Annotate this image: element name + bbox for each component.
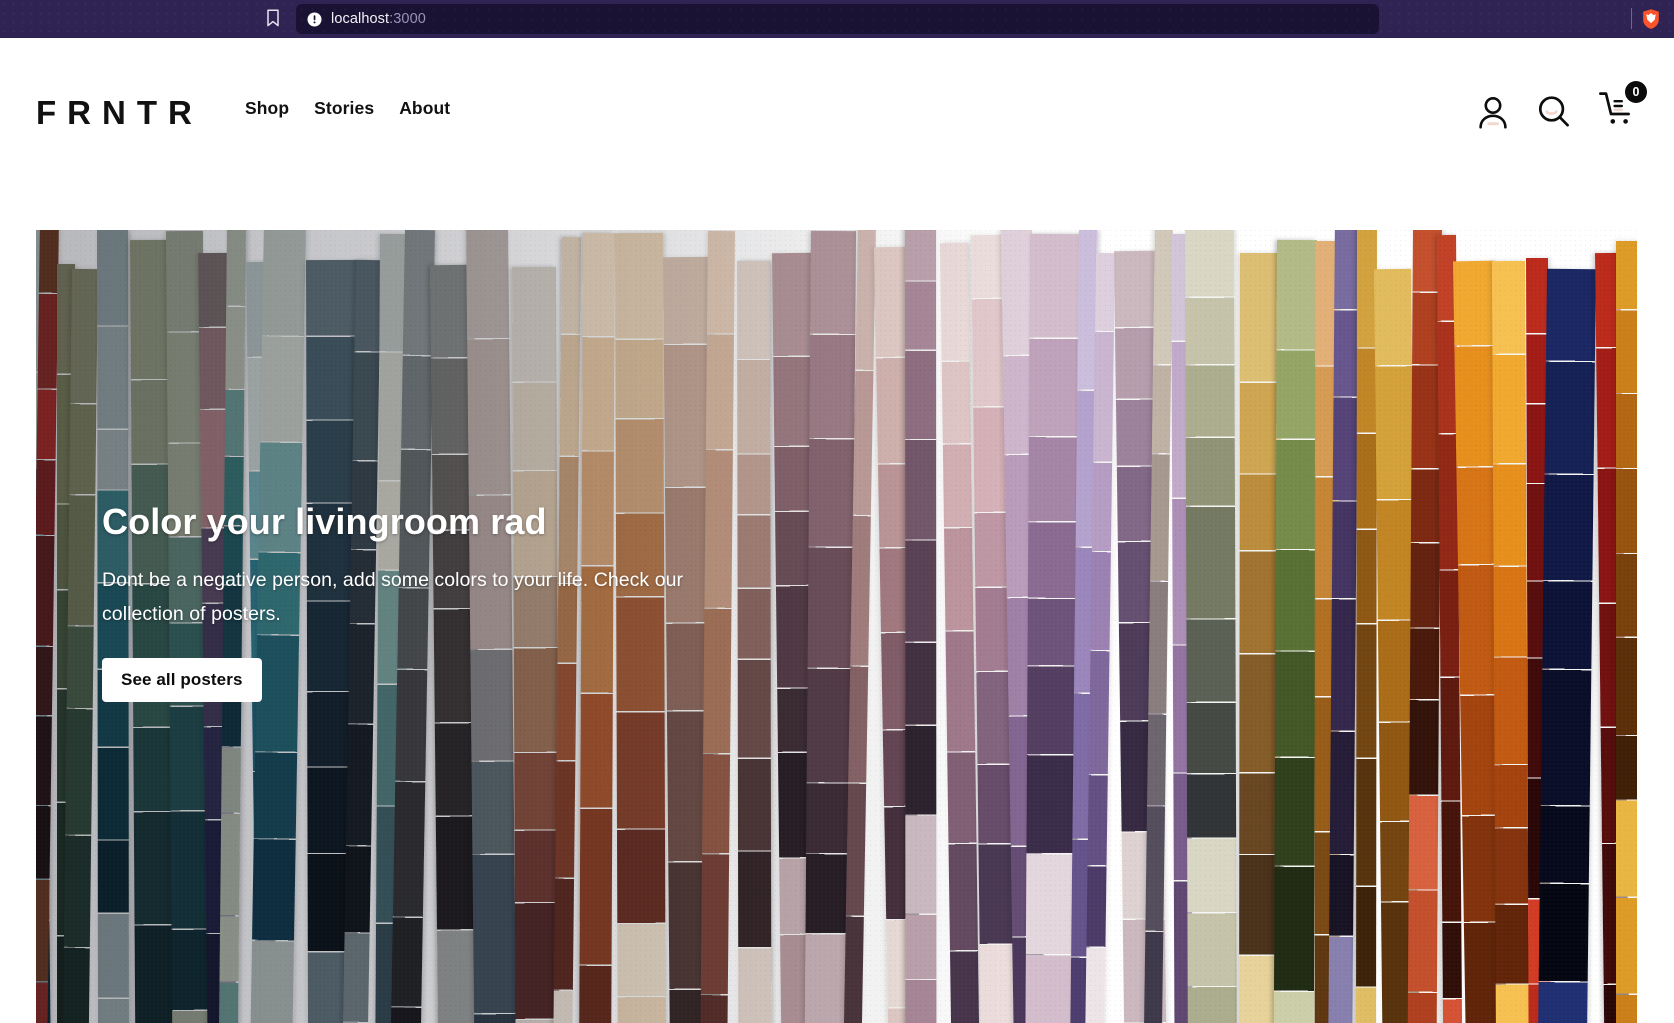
- shopping-cart-icon: [1598, 92, 1638, 132]
- user-account-icon: [1476, 96, 1510, 133]
- url-port: :3000: [389, 11, 426, 27]
- url-host: localhost: [331, 11, 390, 27]
- account-button[interactable]: [1476, 94, 1510, 130]
- chrome-divider: [1631, 8, 1632, 29]
- cart-count-badge: 0: [1625, 81, 1647, 103]
- hero-subtitle: Dont be a negative person, add some colo…: [102, 569, 684, 625]
- site-header: FRNTR Shop Stories About 0: [0, 38, 1674, 223]
- cart-button[interactable]: 0: [1598, 81, 1647, 133]
- info-circle-icon[interactable]: [307, 12, 322, 27]
- brave-shield-icon[interactable]: [1641, 8, 1661, 30]
- nav-item-stories[interactable]: Stories: [314, 98, 374, 119]
- header-actions: 0: [1476, 81, 1647, 133]
- brand-logo[interactable]: FRNTR: [36, 96, 203, 129]
- search-button[interactable]: [1536, 94, 1572, 130]
- nav-item-about[interactable]: About: [399, 98, 450, 119]
- nav-item-shop[interactable]: Shop: [245, 98, 289, 119]
- hero-banner: Color your livingroom rad Dont be a nega…: [36, 230, 1637, 1023]
- hero-content: Color your livingroom rad Dont be a nega…: [102, 501, 722, 703]
- bookmark-icon[interactable]: [265, 8, 281, 28]
- browser-chrome: localhost:3000: [0, 0, 1674, 38]
- search-icon: [1536, 95, 1572, 133]
- url-bar[interactable]: localhost:3000: [296, 4, 1379, 34]
- url-text: localhost:3000: [331, 11, 426, 27]
- see-all-posters-button[interactable]: See all posters: [102, 658, 262, 703]
- hero-title: Color your livingroom rad: [102, 501, 547, 542]
- urlbar-dot-pattern: [296, 4, 1379, 34]
- main-navigation: Shop Stories About: [245, 98, 450, 119]
